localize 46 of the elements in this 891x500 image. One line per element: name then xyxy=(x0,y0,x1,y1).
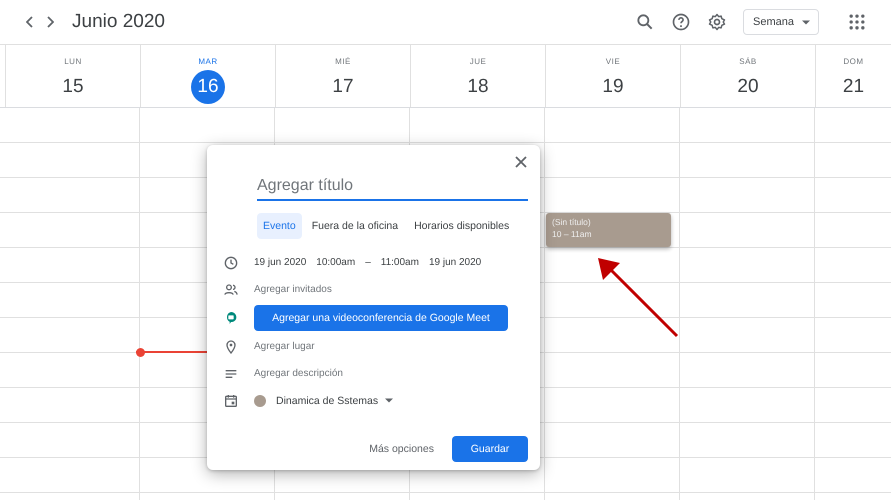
weekday-label: VIE xyxy=(606,57,620,66)
day-number[interactable]: 17 xyxy=(326,70,360,104)
current-time-line xyxy=(136,351,208,353)
event-type-tab[interactable]: Horarios disponibles xyxy=(408,213,516,239)
weekday-label: MIÉ xyxy=(335,57,351,66)
day-number[interactable]: 20 xyxy=(731,70,765,104)
help-icon[interactable] xyxy=(671,12,692,32)
date-time-text[interactable]: – xyxy=(365,257,371,268)
day-number[interactable]: 18 xyxy=(461,70,495,104)
event-type-tab[interactable]: Fuera de la oficina xyxy=(306,213,404,239)
close-button[interactable] xyxy=(514,155,528,169)
weekday-label: LUN xyxy=(64,57,82,66)
clock-icon xyxy=(223,254,239,270)
calendar-dropdown[interactable]: Dinamica de Sstemas xyxy=(276,394,394,406)
date-time-text[interactable]: 11:00am xyxy=(380,257,419,268)
day-number[interactable]: 21 xyxy=(836,70,870,104)
field-placeholder[interactable]: Agregar lugar xyxy=(254,341,315,352)
settings-icon[interactable] xyxy=(707,12,728,32)
day-number[interactable]: 15 xyxy=(56,70,90,104)
date-time-text[interactable]: 10:00am xyxy=(316,257,356,268)
more-options-button[interactable]: Más opciones xyxy=(363,442,440,456)
caret-icon xyxy=(385,398,394,403)
apps-grid-icon[interactable] xyxy=(847,12,867,32)
weekday-label: MAR xyxy=(198,57,218,66)
weekday-label: JUE xyxy=(470,57,486,66)
event-time: 10 – 11am xyxy=(552,229,593,239)
field-placeholder[interactable]: Agregar invitados xyxy=(254,284,332,295)
event-title: (Sin título) xyxy=(552,217,592,227)
month-title: Junio 2020 xyxy=(72,11,165,33)
day-number[interactable]: 19 xyxy=(596,70,630,104)
save-button[interactable]: Guardar xyxy=(452,436,528,462)
chevron-left-icon xyxy=(26,16,34,28)
day-number[interactable]: 16 xyxy=(191,70,225,104)
date-time-text[interactable]: 19 jun 2020 xyxy=(254,257,306,268)
event-type-tab[interactable]: Evento xyxy=(257,213,302,239)
people-icon xyxy=(223,282,239,298)
date-time-text[interactable]: 19 jun 2020 xyxy=(428,257,482,268)
weekday-label: DOM xyxy=(843,57,864,66)
close-icon xyxy=(514,155,528,169)
view-dropdown[interactable]: Semana xyxy=(743,9,819,35)
weekday-label: SÁB xyxy=(739,57,757,66)
field-placeholder[interactable]: Agregar descripción xyxy=(254,368,343,379)
chevron-right-icon xyxy=(46,16,54,28)
caret-icon xyxy=(802,20,810,24)
calendar-icon xyxy=(223,392,239,408)
meet-button[interactable]: Agregar una videoconferencia de Google Meet xyxy=(254,305,508,331)
